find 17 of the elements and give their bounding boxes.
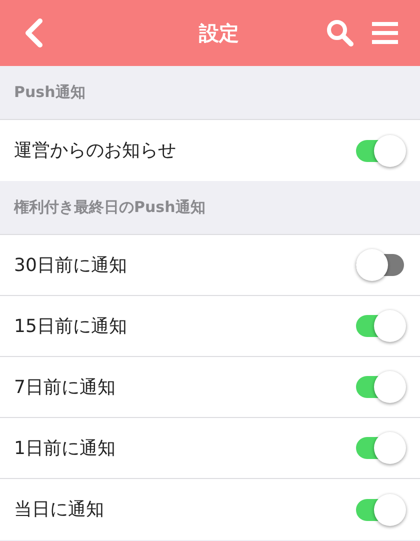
toggle-switch[interactable]: [356, 494, 406, 526]
menu-icon[interactable]: [372, 21, 398, 45]
header-title: 設定: [199, 20, 239, 47]
row-label: 当日に通知: [14, 498, 104, 522]
toggle-switch[interactable]: [356, 310, 406, 342]
row-label: 15日前に通知: [14, 314, 127, 338]
row-label: 30日前に通知: [14, 254, 127, 278]
toggle-switch[interactable]: [356, 432, 406, 464]
section-header: Push通知: [14, 82, 86, 104]
row-label: 運営からのお知らせ: [14, 139, 176, 163]
toggle-switch[interactable]: [356, 249, 406, 281]
row-label: 7日前に通知: [14, 376, 116, 400]
toggle-switch[interactable]: [356, 134, 406, 166]
toggle-switch[interactable]: [356, 371, 406, 403]
search-icon[interactable]: [326, 19, 354, 47]
section-header: 権利付き最終日のPush通知: [14, 197, 206, 218]
row-label: 1日前に通知: [14, 436, 116, 460]
